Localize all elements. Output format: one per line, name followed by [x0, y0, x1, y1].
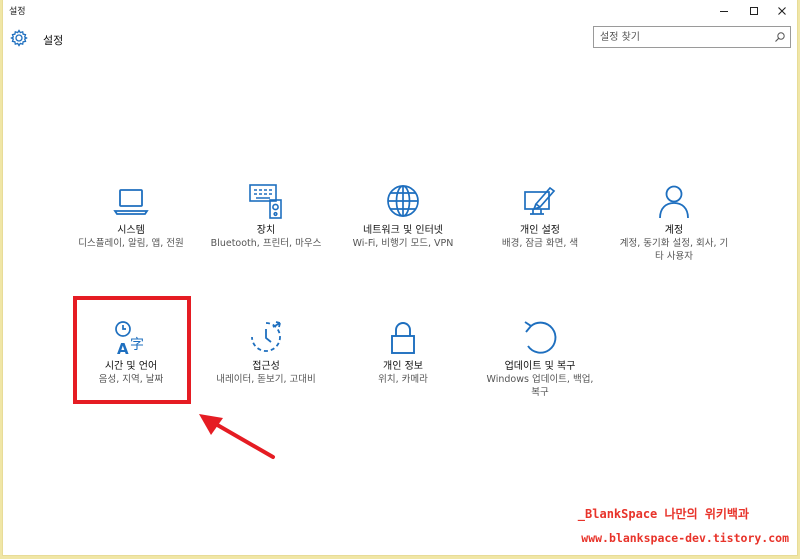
close-button[interactable]	[767, 0, 797, 22]
tile-label: 계정	[664, 225, 684, 236]
tile-privacy[interactable]: 개인 정보 위치, 카메라	[343, 318, 463, 386]
minimize-icon	[720, 11, 728, 12]
tile-description: Wi-Fi, 비행기 모드, VPN	[352, 238, 454, 249]
gear-icon	[10, 29, 28, 47]
tile-description: Bluetooth, 프린터, 마우스	[210, 238, 322, 249]
tile-description: Windows 업데이트, 백업, 복구	[486, 374, 594, 398]
tile-ease-of-access[interactable]: 접근성 내레이터, 돋보기, 고대비	[206, 318, 326, 386]
window-title: 설정	[9, 7, 26, 17]
ease-of-access-icon	[251, 321, 281, 352]
search-input[interactable]	[600, 30, 760, 44]
minimize-button[interactable]	[709, 0, 739, 22]
tile-label: 시스템	[117, 225, 145, 236]
tile-label: 접근성	[252, 361, 280, 372]
watermark-line1: _BlankSpace 나만의 위키백과	[577, 507, 749, 521]
devices-icon	[249, 184, 282, 219]
tile-label: 개인 정보	[383, 361, 423, 372]
highlight-box	[73, 296, 191, 404]
tile-description: 배경, 잠금 화면, 색	[501, 238, 579, 249]
tile-personalization[interactable]: 개인 설정 배경, 잠금 화면, 색	[480, 182, 600, 250]
tile-devices[interactable]: 장치 Bluetooth, 프린터, 마우스	[206, 182, 326, 250]
globe-icon	[387, 185, 419, 217]
personalization-icon	[524, 186, 556, 215]
tile-network[interactable]: 네트워크 및 인터넷 Wi-Fi, 비행기 모드, VPN	[343, 182, 463, 250]
close-icon	[778, 7, 786, 15]
tile-label: 개인 설정	[520, 225, 560, 236]
title-bar[interactable]: 설정	[3, 0, 797, 22]
settings-header: 설정	[3, 26, 797, 54]
tile-system[interactable]: 시스템 디스플레이, 알림, 앱, 전원	[71, 182, 191, 250]
search-icon[interactable]	[774, 31, 786, 43]
laptop-icon	[113, 189, 149, 215]
refresh-icon	[524, 321, 557, 354]
tile-label: 장치	[256, 225, 276, 236]
tile-description: 디스플레이, 알림, 앱, 전원	[78, 238, 184, 249]
person-icon	[659, 185, 689, 219]
lock-icon	[391, 322, 415, 354]
maximize-button[interactable]	[739, 0, 769, 22]
tile-label: 업데이트 및 복구	[504, 361, 576, 372]
watermark-line2: www.blankspace-dev.tistory.com	[581, 531, 789, 545]
tile-update-recovery[interactable]: 업데이트 및 복구 Windows 업데이트, 백업, 복구	[480, 318, 600, 399]
tile-description: 위치, 카메라	[378, 374, 428, 385]
tile-accounts[interactable]: 계정 계정, 동기화 설정, 회사, 기타 사용자	[614, 182, 734, 263]
page-title: 설정	[43, 34, 64, 47]
arrow-icon	[199, 414, 275, 459]
tile-label: 네트워크 및 인터넷	[363, 225, 443, 236]
tile-description: 계정, 동기화 설정, 회사, 기타 사용자	[619, 238, 729, 262]
settings-window: 설정 설정 설정 찾기 시스템 디스플레이, 알림, 앱, 전원 장치 Blue…	[2, 0, 798, 556]
search-box[interactable]	[593, 26, 791, 48]
maximize-icon	[750, 7, 758, 15]
tile-description: 내레이터, 돋보기, 고대비	[216, 374, 316, 385]
